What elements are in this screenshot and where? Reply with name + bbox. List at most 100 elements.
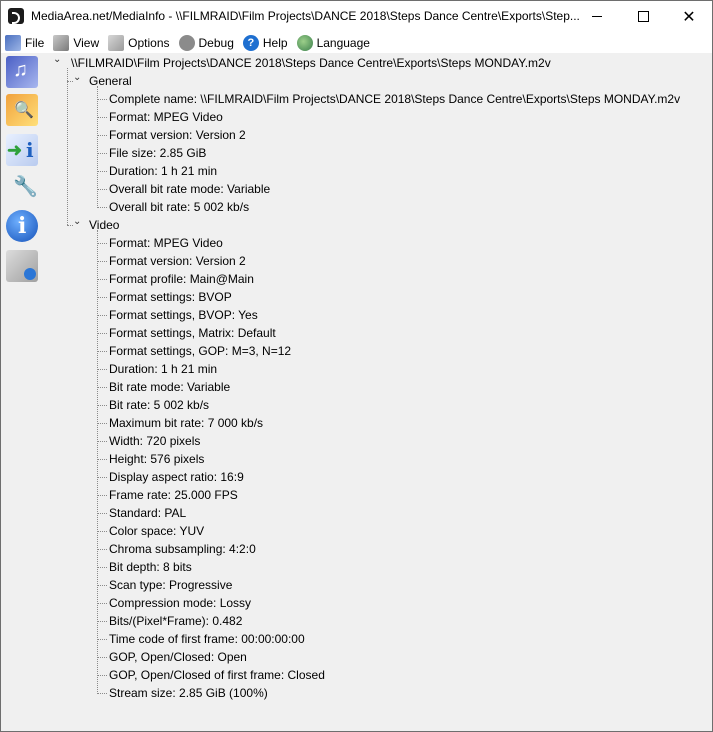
expand-chevron-icon[interactable]: ⌄ [53,51,63,69]
tree-section-general[interactable]: General [89,72,132,90]
tree-connector [97,153,107,154]
toolbar [1,54,43,731]
tree-item[interactable]: Color space: YUV [109,522,204,540]
tree-item[interactable]: Display aspect ratio: 16:9 [109,468,244,486]
tree-item[interactable]: Bits/(Pixel*Frame): 0.482 [109,612,242,630]
tree-connector [97,477,107,478]
tree-connector [97,639,107,640]
tree-item[interactable]: Complete name: \\FILMRAID\Film Projects\… [109,90,680,108]
tree-connector [97,261,107,262]
tree-item[interactable]: Format settings: BVOP [109,288,232,306]
tree-connector [97,117,107,118]
tree-connector [97,423,107,424]
tree-item[interactable]: Bit depth: 8 bits [109,558,192,576]
tree-connector [97,567,107,568]
tree-item[interactable]: Format settings, Matrix: Default [109,324,276,342]
tree-connector [97,513,107,514]
tree-item[interactable]: Format: MPEG Video [109,108,223,126]
title-bar[interactable]: MediaArea.net/MediaInfo - \\FILMRAID\Fil… [1,1,712,32]
tree-section-video[interactable]: Video [89,216,119,234]
language-icon [296,34,313,51]
tree-connector [97,675,107,676]
tree-connector [97,459,107,460]
tree-item[interactable]: Format version: Version 2 [109,252,246,270]
info-tree[interactable]: ⌄ \\FILMRAID\Film Projects\DANCE 2018\Ste… [45,54,712,731]
tree-connector [97,86,98,208]
tree-item[interactable]: Format: MPEG Video [109,234,223,252]
tree-item[interactable]: File size: 2.85 GiB [109,144,206,162]
tree-item[interactable]: Stream size: 2.85 GiB (100%) [109,684,268,702]
menu-help-label: Help [262,35,288,50]
tree-connector [97,189,107,190]
tree-item[interactable]: Format settings, BVOP: Yes [109,306,258,324]
close-button[interactable]: ✕ [666,1,712,32]
export-icon[interactable] [6,134,38,166]
menu-bar: File View Options Debug ? Help Language [1,32,712,53]
tree-item[interactable]: Width: 720 pixels [109,432,200,450]
minimize-button[interactable] [574,1,620,32]
help-icon: ? [242,34,259,51]
menu-options[interactable]: Options [108,33,170,52]
menu-debug-label: Debug [198,35,234,50]
tree-item[interactable]: Height: 576 pixels [109,450,204,468]
tree-connector [97,230,98,694]
tree-item[interactable]: Overall bit rate: 5 002 kb/s [109,198,249,216]
tree-connector [97,351,107,352]
tree-connector [97,603,107,604]
tree-item[interactable]: Overall bit rate mode: Variable [109,180,270,198]
tree-item[interactable]: Maximum bit rate: 7 000 kb/s [109,414,263,432]
tree-connector [97,369,107,370]
about-icon[interactable] [6,210,38,242]
tree-connector [97,243,107,244]
maximize-button[interactable] [620,1,666,32]
tree-item[interactable]: Scan type: Progressive [109,576,232,594]
minimize-icon [592,16,602,17]
tree-view-icon[interactable] [6,250,38,282]
menu-file-label: File [25,35,45,50]
tree-item[interactable]: Format settings, GOP: M=3, N=12 [109,342,291,360]
tree-connector [97,657,107,658]
menu-view[interactable]: View [53,33,99,52]
mediainfo-window: MediaArea.net/MediaInfo - \\FILMRAID\Fil… [0,0,713,732]
tree-item[interactable]: Bit rate: 5 002 kb/s [109,396,209,414]
tree-connector [97,207,107,208]
tree-root-file[interactable]: \\FILMRAID\Film Projects\DANCE 2018\Step… [71,54,551,72]
tree-item[interactable]: Chroma subsampling: 4:2:0 [109,540,256,558]
tree-item[interactable]: Time code of first frame: 00:00:00:00 [109,630,305,648]
app-logo-icon [8,8,24,24]
tree-item[interactable]: GOP, Open/Closed: Open [109,648,247,666]
tree-item[interactable]: Standard: PAL [109,504,186,522]
preferences-icon[interactable] [6,170,38,202]
expand-chevron-icon[interactable]: ⌄ [73,213,83,231]
tree-item[interactable]: Frame rate: 25.000 FPS [109,486,238,504]
view-icon [53,34,70,51]
menu-language[interactable]: Language [296,33,370,52]
tree-connector [97,99,107,100]
file-icon [5,34,21,51]
window-title: MediaArea.net/MediaInfo - \\FILMRAID\Fil… [31,9,580,23]
tree-connector [97,297,107,298]
tree-item[interactable]: Duration: 1 h 21 min [109,360,217,378]
tree-item[interactable]: Format profile: Main@Main [109,270,254,288]
menu-debug[interactable]: Debug [178,33,234,52]
tree-connector [97,333,107,334]
menu-language-label: Language [316,35,370,50]
debug-icon [178,34,195,51]
tree-connector [97,549,107,550]
maximize-icon [637,11,649,22]
tree-item[interactable]: GOP, Open/Closed of first frame: Closed [109,666,325,684]
tree-connector [97,495,107,496]
menu-file[interactable]: File [5,33,44,52]
tree-item[interactable]: Format version: Version 2 [109,126,246,144]
sheet-view-icon[interactable] [6,94,38,126]
tree-connector [97,315,107,316]
expand-chevron-icon[interactable]: ⌄ [73,69,83,87]
tree-connector [97,279,107,280]
close-icon: ✕ [682,8,696,26]
menu-help[interactable]: ? Help [242,33,288,52]
basic-view-icon[interactable] [6,56,38,88]
tree-item[interactable]: Compression mode: Lossy [109,594,251,612]
tree-connector [97,693,107,694]
tree-item[interactable]: Bit rate mode: Variable [109,378,230,396]
tree-item[interactable]: Duration: 1 h 21 min [109,162,217,180]
